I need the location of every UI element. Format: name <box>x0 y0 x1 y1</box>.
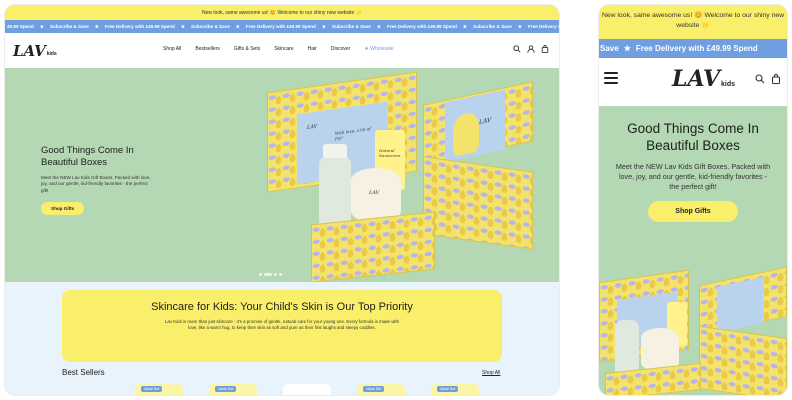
promo-text: Lav Kids is more than just skincare - it… <box>164 319 400 331</box>
value-set-badge: Value Set <box>363 386 385 392</box>
product-card[interactable]: Value Set <box>209 384 257 395</box>
hero-banner: Good Things Come In Beautiful Boxes Meet… <box>5 68 559 283</box>
value-set-badge: Value Set <box>215 386 237 392</box>
best-sellers-title: Best Sellers <box>62 368 105 377</box>
nav-wholesale-label: Wholesale <box>370 46 394 52</box>
mobile-logo-main: LAV <box>672 66 721 92</box>
slide-dot[interactable] <box>259 273 262 276</box>
menu-icon[interactable] <box>604 72 618 87</box>
user-icon[interactable] <box>527 45 535 53</box>
product-card[interactable]: Value Set <box>431 384 479 395</box>
ticker-separator: ★ <box>462 23 468 29</box>
hero-title: Good Things Come In Beautiful Boxes <box>41 145 134 168</box>
mobile-ticker-separator: ★ <box>623 44 631 53</box>
slider-dots <box>259 273 282 276</box>
value-set-badge: Value Set <box>437 386 459 392</box>
site-header: LAV kids Shop All Bestsellers Gifts & Se… <box>5 33 559 68</box>
ticker-item: Free Delivery with £49.99 Spend <box>245 24 316 29</box>
ticker-item: Free Delivery with £49.99 Spend <box>527 24 559 29</box>
slide-dot[interactable] <box>279 273 282 276</box>
nav-hair[interactable]: Hair <box>308 46 317 52</box>
closed-box-side <box>423 156 533 250</box>
ticker-item: Subscribe & Save <box>49 24 89 29</box>
ticker-separator: ★ <box>376 23 381 29</box>
product-cards: Value Set Value Set Value Set Value Set <box>135 384 505 395</box>
nav-gifts-sets[interactable]: Gifts & Sets <box>234 46 260 52</box>
ticker-item: Free Delivery with £49.99 Spend <box>386 24 457 29</box>
lower-section: Skincare for Kids: Your Child's Skin is … <box>5 282 559 395</box>
ticker-separator: ★ <box>517 23 522 29</box>
ticker-item: Subscribe & Save <box>473 24 512 29</box>
mobile-hero-subtitle: Meet the NEW Lav Kids Gift Boxes. Packed… <box>615 162 771 191</box>
search-icon[interactable] <box>513 45 521 53</box>
slide-dot[interactable] <box>274 273 277 276</box>
main-nav: Shop All Bestsellers Gifts & Sets Skinca… <box>163 46 394 52</box>
jar-logo: LAV <box>369 190 380 196</box>
product-card[interactable]: Value Set <box>135 384 183 395</box>
ticker-separator: ★ <box>94 23 99 29</box>
mobile-announcement-bar: New look, same awesome us! 😊 Welcome to … <box>599 5 787 39</box>
brand-logo[interactable]: LAV kids <box>13 42 57 60</box>
bag-icon[interactable] <box>771 74 781 84</box>
mobile-ticker-item: Save <box>600 44 619 53</box>
nav-shop-all[interactable]: Shop All <box>163 46 181 52</box>
mobile-brand-logo[interactable]: LAV kids <box>672 66 735 92</box>
promo-ticker: 49.99 Spend ★ Subscribe & Save ★ Free Delive… <box>5 20 559 33</box>
nav-wholesale[interactable]: ★ Wholesale <box>364 46 393 52</box>
product-card[interactable] <box>283 384 331 395</box>
mobile-closed-box-side <box>699 325 787 395</box>
ticker-separator: ★ <box>39 23 44 29</box>
nav-bestsellers[interactable]: Bestsellers <box>195 46 219 52</box>
foam-bottle <box>319 156 351 226</box>
ticker-item: Free Delivery with £49.99 Spend <box>104 24 175 29</box>
promo-panel: Skincare for Kids: Your Child's Skin is … <box>62 290 502 362</box>
ticker-item: 49.99 Spend <box>7 24 34 29</box>
mobile-header-icons <box>755 74 781 84</box>
mobile-view: New look, same awesome us! 😊 Welcome to … <box>599 5 787 395</box>
promo-title: Skincare for Kids: Your Child's Skin is … <box>151 301 413 313</box>
mobile-hero-title: Good Things Come In Beautiful Boxes <box>627 121 759 153</box>
announcement-bar: New look, same awesome us! 😊 Welcome to … <box>5 5 559 20</box>
mobile-foam-bottle <box>615 320 639 374</box>
ticker-item: Subscribe & Save <box>332 24 371 29</box>
header-icons <box>513 45 549 53</box>
ticker-separator: ★ <box>180 23 185 29</box>
bag-icon[interactable] <box>541 45 549 53</box>
mobile-hero-banner: Good Things Come In Beautiful Boxes Meet… <box>599 106 787 395</box>
mobile-announcement-text: New look, same awesome us! 😊 Welcome to … <box>601 12 785 29</box>
slide-dot-active[interactable] <box>264 273 272 276</box>
mobile-closed-box-label <box>717 277 763 333</box>
closed-box-logo: LAV <box>479 116 492 127</box>
screenshot-stage: New look, same awesome us! 😊 Welcome to … <box>0 0 792 400</box>
ticker-item: Subscribe & Save <box>190 24 230 29</box>
tube-text: Natural Sunscreen <box>379 148 401 158</box>
ticker-separator: ★ <box>321 23 326 29</box>
desktop-view: New look, same awesome us! 😊 Welcome to … <box>5 5 559 395</box>
bottle-pump <box>323 144 347 158</box>
nav-discover[interactable]: Discover <box>331 46 350 52</box>
card-text: With love, a lot of Joy! <box>335 125 371 141</box>
announcement-text: New look, same awesome us! 😊 Welcome to … <box>202 9 362 16</box>
hero-text: Good Things Come In Beautiful Boxes Meet… <box>41 145 151 216</box>
mobile-promo-ticker: Save ★ Free Delivery with £49.99 Spend <box>599 39 787 58</box>
shop-gifts-button[interactable]: Shop Gifts <box>41 202 85 216</box>
ticker-separator: ★ <box>235 23 240 29</box>
search-icon[interactable] <box>755 74 765 84</box>
mobile-logo-sub: kids <box>721 81 736 88</box>
bunny-silhouette <box>453 111 479 157</box>
open-box-body <box>311 211 435 283</box>
logo-main: LAV <box>13 41 46 60</box>
product-card[interactable]: Value Set <box>357 384 405 395</box>
value-set-badge: Value Set <box>141 386 163 392</box>
star-icon: ★ <box>364 46 369 52</box>
mobile-shop-gifts-button[interactable]: Shop Gifts <box>648 201 738 222</box>
shop-all-link[interactable]: Shop All <box>482 370 500 376</box>
card-logo: LAV <box>307 123 318 131</box>
hero-subtitle: Meet the NEW Lav Kids Gift Boxes. Packed… <box>41 175 151 193</box>
logo-sub: kids <box>46 50 57 57</box>
mobile-ticker-item: Free Delivery with £49.99 Spend <box>635 44 758 53</box>
mobile-header: LAV kids <box>599 58 787 106</box>
nav-skincare[interactable]: Skincare <box>274 46 293 52</box>
